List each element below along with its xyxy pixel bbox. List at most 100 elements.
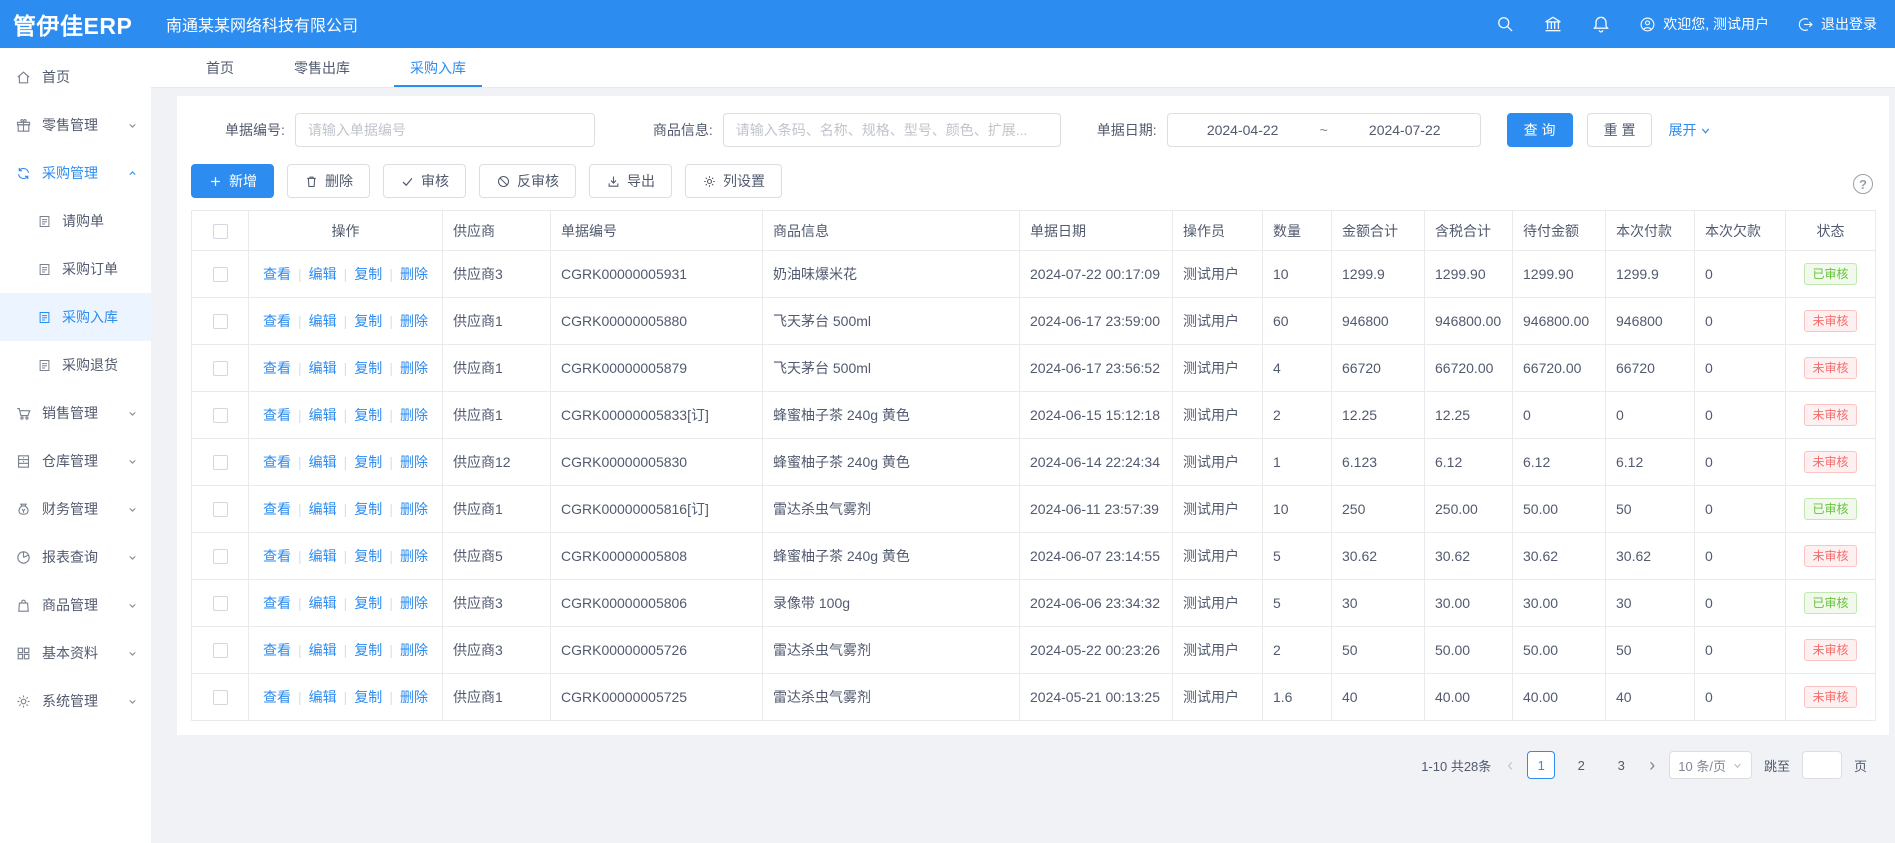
copy-link[interactable]: 复制	[354, 642, 382, 658]
sidebar-item-retail[interactable]: 零售管理	[0, 101, 151, 149]
date-end-value[interactable]: 2024-07-22	[1330, 122, 1480, 138]
edit-link[interactable]: 编辑	[309, 595, 337, 611]
row-checkbox[interactable]	[213, 455, 228, 470]
edit-link[interactable]: 编辑	[309, 360, 337, 376]
delete-link[interactable]: 删除	[400, 642, 428, 658]
row-checkbox[interactable]	[213, 596, 228, 611]
date-start-value[interactable]: 2024-04-22	[1168, 122, 1318, 138]
sidebar-item-purchase[interactable]: 采购管理	[0, 149, 151, 197]
search-button[interactable]: 查 询	[1507, 113, 1573, 147]
tab-retail-outbound[interactable]: 零售出库	[272, 48, 372, 87]
row-checkbox[interactable]	[213, 361, 228, 376]
order-no-input[interactable]	[295, 113, 595, 147]
edit-link[interactable]: 编辑	[309, 548, 337, 564]
expand-filters-link[interactable]: 展开	[1668, 120, 1712, 140]
select-all-checkbox[interactable]	[213, 224, 228, 239]
search-icon[interactable]	[1495, 14, 1515, 34]
edit-link[interactable]: 编辑	[309, 407, 337, 423]
next-page-button[interactable]: ›	[1647, 756, 1657, 774]
delete-link[interactable]: 删除	[400, 689, 428, 705]
row-checkbox[interactable]	[213, 502, 228, 517]
sidebar-item-goods[interactable]: 商品管理	[0, 581, 151, 629]
delete-link[interactable]: 删除	[400, 548, 428, 564]
delete-link[interactable]: 删除	[400, 595, 428, 611]
prev-page-button[interactable]: ‹	[1505, 756, 1515, 774]
delete-link[interactable]: 删除	[400, 266, 428, 282]
delete-button[interactable]: 删除	[287, 164, 370, 198]
jump-page-input[interactable]	[1802, 751, 1842, 779]
reset-button[interactable]: 重 置	[1587, 113, 1653, 147]
sidebar-item-sales[interactable]: 销售管理	[0, 389, 151, 437]
copy-link[interactable]: 复制	[354, 548, 382, 564]
audit-button[interactable]: 审核	[383, 164, 466, 198]
view-link[interactable]: 查看	[263, 360, 291, 376]
sidebar-item-system[interactable]: 系统管理	[0, 677, 151, 725]
copy-link[interactable]: 复制	[354, 595, 382, 611]
delete-link[interactable]: 删除	[400, 313, 428, 329]
edit-link[interactable]: 编辑	[309, 501, 337, 517]
user-menu[interactable]: 欢迎您, 测试用户	[1639, 14, 1769, 34]
unaudit-button[interactable]: 反审核	[479, 164, 576, 198]
status-badge: 未审核	[1804, 310, 1856, 332]
cell-paid: 0	[1606, 392, 1695, 439]
copy-link[interactable]: 复制	[354, 454, 382, 470]
row-checkbox[interactable]	[213, 267, 228, 282]
sidebar-item-warehouse[interactable]: 仓库管理	[0, 437, 151, 485]
row-checkbox[interactable]	[213, 643, 228, 658]
tab-purchase-inbound[interactable]: 采购入库	[388, 48, 488, 87]
add-button[interactable]: 新增	[191, 164, 274, 198]
page-button-2[interactable]: 2	[1567, 751, 1595, 779]
filter-bar: 单据编号: 商品信息: 单据日期: 2024-04-22 ~ 2024-07-2…	[225, 112, 1875, 148]
row-checkbox[interactable]	[213, 549, 228, 564]
edit-link[interactable]: 编辑	[309, 642, 337, 658]
delete-link[interactable]: 删除	[400, 360, 428, 376]
tab-home[interactable]: 首页	[184, 48, 256, 87]
page-button-1[interactable]: 1	[1527, 751, 1555, 779]
page-button-3[interactable]: 3	[1607, 751, 1635, 779]
row-checkbox[interactable]	[213, 314, 228, 329]
view-link[interactable]: 查看	[263, 548, 291, 564]
copy-link[interactable]: 复制	[354, 360, 382, 376]
sidebar-item-home[interactable]: 首页	[0, 53, 151, 101]
sidebar-item-purchase-order[interactable]: 采购订单	[0, 245, 151, 293]
copy-link[interactable]: 复制	[354, 313, 382, 329]
delete-link[interactable]: 删除	[400, 454, 428, 470]
edit-link[interactable]: 编辑	[309, 266, 337, 282]
page-size-select[interactable]: 10 条/页	[1669, 751, 1752, 779]
view-link[interactable]: 查看	[263, 595, 291, 611]
date-range-picker[interactable]: 2024-04-22 ~ 2024-07-22	[1167, 113, 1481, 147]
copy-link[interactable]: 复制	[354, 407, 382, 423]
product-info-input[interactable]	[723, 113, 1061, 147]
sidebar-item-basic-data[interactable]: 基本资料	[0, 629, 151, 677]
sidebar-item-purchase-inbound[interactable]: 采购入库	[0, 293, 151, 341]
sidebar-item-finance[interactable]: 财务管理	[0, 485, 151, 533]
edit-link[interactable]: 编辑	[309, 313, 337, 329]
view-link[interactable]: 查看	[263, 266, 291, 282]
view-link[interactable]: 查看	[263, 454, 291, 470]
sync-icon	[15, 165, 32, 182]
copy-link[interactable]: 复制	[354, 501, 382, 517]
sidebar-item-purchase-request[interactable]: 请购单	[0, 197, 151, 245]
row-checkbox[interactable]	[213, 408, 228, 423]
bank-icon[interactable]	[1543, 14, 1563, 34]
delete-link[interactable]: 删除	[400, 407, 428, 423]
bell-icon[interactable]	[1591, 14, 1611, 34]
view-link[interactable]: 查看	[263, 407, 291, 423]
edit-link[interactable]: 编辑	[309, 454, 337, 470]
delete-link[interactable]: 删除	[400, 501, 428, 517]
view-link[interactable]: 查看	[263, 501, 291, 517]
action-separator: |	[298, 454, 302, 470]
view-link[interactable]: 查看	[263, 642, 291, 658]
sidebar-item-purchase-return[interactable]: 采购退货	[0, 341, 151, 389]
edit-link[interactable]: 编辑	[309, 689, 337, 705]
help-icon[interactable]: ?	[1853, 174, 1873, 194]
view-link[interactable]: 查看	[263, 689, 291, 705]
sidebar-item-reports[interactable]: 报表查询	[0, 533, 151, 581]
logout-button[interactable]: 退出登录	[1797, 14, 1877, 34]
row-checkbox[interactable]	[213, 690, 228, 705]
column-settings-button[interactable]: 列设置	[685, 164, 782, 198]
copy-link[interactable]: 复制	[354, 266, 382, 282]
export-button[interactable]: 导出	[589, 164, 672, 198]
view-link[interactable]: 查看	[263, 313, 291, 329]
copy-link[interactable]: 复制	[354, 689, 382, 705]
